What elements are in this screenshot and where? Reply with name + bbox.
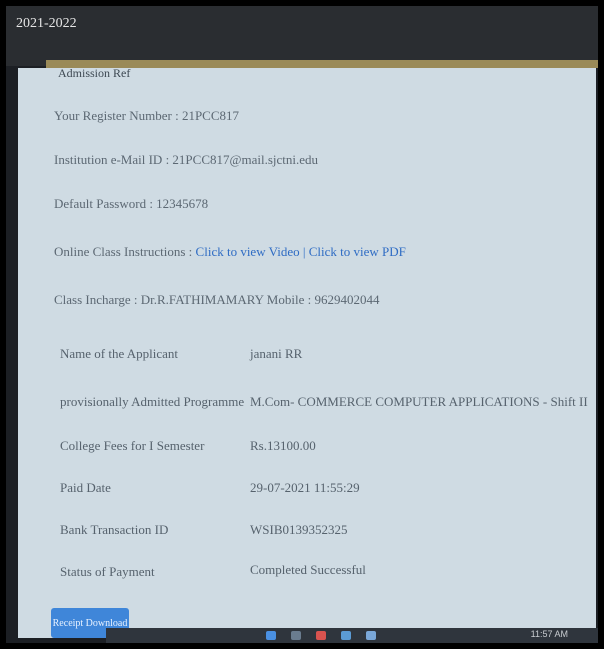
windows-start-icon[interactable] xyxy=(266,631,276,640)
payment-status-label: Status of Payment xyxy=(60,564,155,579)
bank-transaction-value: WSIB0139352325 xyxy=(250,522,348,537)
applicant-name-label: Name of the Applicant xyxy=(60,346,179,361)
admission-details-panel: Admission Ref Your Register Number : 21P… xyxy=(18,66,596,638)
window-title-bar: 2021-2022 xyxy=(6,6,598,66)
folder-icon[interactable] xyxy=(341,631,351,640)
applicant-name-value: janani RR xyxy=(250,346,303,361)
college-fees-label: College Fees for I Semester xyxy=(60,438,205,453)
academic-year: 2021-2022 xyxy=(16,16,77,31)
institution-email: Institution e-Mail ID : 21PCC817@mail.sj… xyxy=(54,152,319,167)
instructions-label: Online Class Instructions : xyxy=(54,244,193,259)
link-separator: | xyxy=(299,244,309,259)
programme-value: M.Com- COMMERCE COMPUTER APPLICATIONS - … xyxy=(250,394,588,409)
browser-icon[interactable] xyxy=(316,631,326,640)
online-class-instructions: Online Class Instructions : Click to vie… xyxy=(54,244,406,260)
bank-transaction-label: Bank Transaction ID xyxy=(60,522,169,537)
college-fees-value: Rs.13100.00 xyxy=(250,438,316,453)
class-incharge: Class Incharge : Dr.R.FATHIMAMARY Mobile… xyxy=(54,292,380,307)
search-icon[interactable] xyxy=(291,631,301,640)
paid-date-value: 29-07-2021 11:55:29 xyxy=(250,480,360,495)
view-pdf-link[interactable]: Click to view PDF xyxy=(309,244,406,259)
section-heading: Admission Ref xyxy=(58,66,131,80)
screen-frame: 2021-2022 Admission Ref Your Register Nu… xyxy=(6,6,598,643)
register-number: Your Register Number : 21PCC817 xyxy=(54,108,240,123)
paid-date-label: Paid Date xyxy=(60,480,111,495)
app-icon[interactable] xyxy=(366,631,376,640)
default-password: Default Password : 12345678 xyxy=(54,196,209,211)
taskbar-clock: 11:57 AM xyxy=(530,629,568,639)
view-video-link[interactable]: Click to view Video xyxy=(196,244,300,259)
programme-label: provisionally Admitted Programme xyxy=(60,394,245,409)
payment-status-value: Completed Successful xyxy=(250,562,366,577)
taskbar: 11:57 AM xyxy=(106,628,598,643)
